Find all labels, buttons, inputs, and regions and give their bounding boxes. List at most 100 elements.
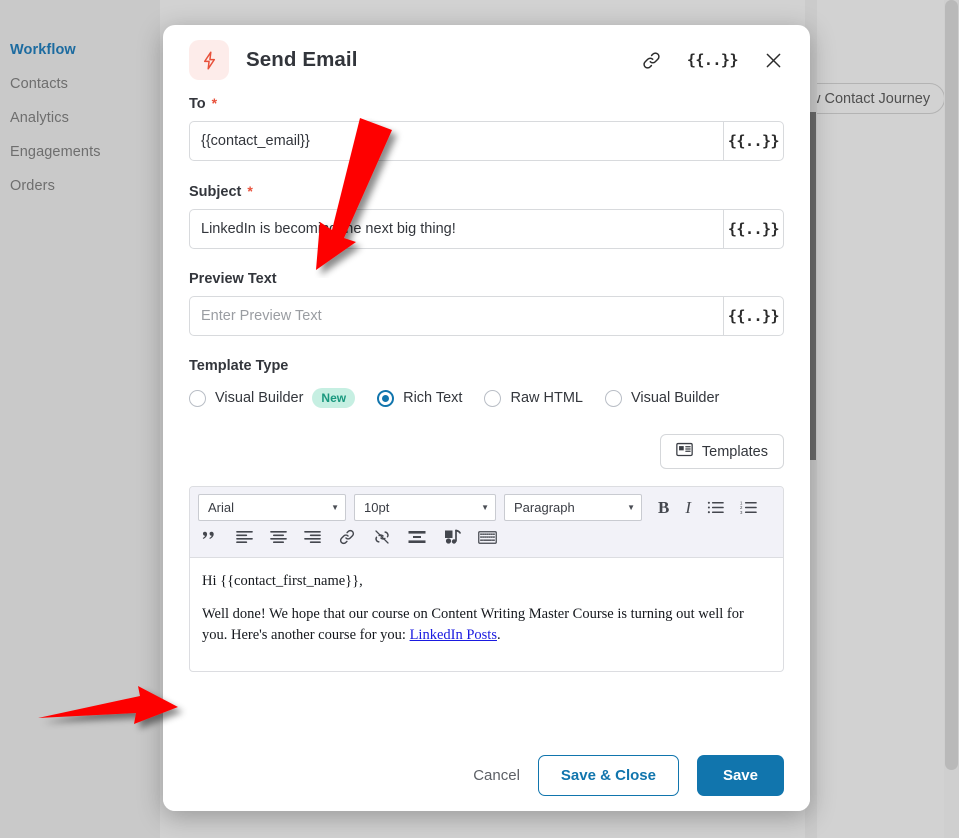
to-field-label: To * (189, 95, 784, 112)
editor-content-area[interactable]: Hi {{contact_first_name}}, Well done! We… (190, 558, 783, 660)
link-icon[interactable] (641, 50, 662, 71)
token-glyph-label: {{..}} (727, 307, 780, 325)
radio-mark-icon (484, 389, 502, 407)
cancel-button[interactable]: Cancel (473, 767, 520, 784)
sidebar-item-label: Engagements (10, 144, 101, 160)
templates-row: Templates (189, 434, 784, 469)
to-input[interactable]: {{contact_email}} (189, 121, 723, 161)
preview-text-field-label: Preview Text (189, 271, 784, 287)
chevron-down-icon: ▼ (481, 503, 489, 512)
editor-toolbar: Arial ▼ 10pt ▼ Paragraph ▼ B I 1 2 3 (190, 487, 783, 558)
token-glyph-label: {{..}} (686, 51, 739, 69)
sidebar-item-label: Workflow (10, 42, 76, 58)
preview-text-field-row: Enter Preview Text {{..}} (189, 296, 784, 336)
template-type-radio-group: Visual Builder New Rich Text Raw HTML Vi… (189, 388, 784, 408)
font-size-value: 10pt (364, 500, 390, 515)
template-card-icon (676, 442, 693, 461)
sidebar-item-contacts[interactable]: Contacts (0, 67, 160, 101)
radio-mark-icon (377, 389, 395, 407)
align-left-icon[interactable] (236, 525, 253, 549)
radio-rich-text[interactable]: Rich Text (377, 389, 463, 407)
editor-greeting: Hi {{contact_first_name}}, (202, 573, 363, 589)
to-field-row: {{contact_email}} {{..}} (189, 121, 784, 161)
subject-label-text: Subject (189, 184, 242, 200)
align-right-icon[interactable] (304, 525, 321, 549)
radio-mark-icon (189, 389, 206, 407)
unlink-icon[interactable] (373, 525, 391, 549)
radio-label: Visual Builder (630, 390, 720, 406)
editor-toolbar-row-2 (198, 521, 775, 553)
modal-footer: Cancel Save & Close Save (163, 740, 810, 811)
sidebar-item-analytics[interactable]: Analytics (0, 101, 160, 135)
media-icon[interactable] (443, 525, 461, 549)
to-label-text: To (189, 96, 206, 112)
to-token-button[interactable]: {{..}} (723, 121, 784, 161)
required-asterisk: * (211, 95, 218, 111)
radio-label: Rich Text (403, 390, 463, 406)
numbered-list-icon[interactable]: 1 2 3 (740, 496, 757, 520)
subject-field-label: Subject * (189, 183, 784, 200)
horizontal-rule-icon[interactable] (408, 525, 426, 549)
rich-text-editor: Arial ▼ 10pt ▼ Paragraph ▼ B I 1 2 3 Hi … (189, 486, 784, 672)
radio-label: Raw HTML (510, 390, 583, 406)
font-family-value: Arial (208, 500, 235, 515)
templates-button[interactable]: Templates (659, 434, 784, 469)
page-title: Send Email (246, 48, 358, 71)
sidebar-item-workflow[interactable]: Workflow (0, 33, 160, 67)
sidebar-item-label: Analytics (10, 110, 69, 126)
token-glyph-label: {{..}} (727, 220, 780, 238)
bullet-list-icon[interactable] (707, 496, 724, 520)
preview-text-token-button[interactable]: {{..}} (723, 296, 784, 336)
radio-label: Visual Builder (215, 390, 304, 406)
sidebar-item-label: Contacts (10, 76, 69, 92)
sidebar-item-orders[interactable]: Orders (0, 169, 160, 203)
italic-icon[interactable]: I (685, 496, 691, 520)
editor-inline-link[interactable]: LinkedIn Posts (410, 627, 497, 643)
preview-text-input[interactable]: Enter Preview Text (189, 296, 723, 336)
block-format-value: Paragraph (514, 500, 575, 515)
page-scrollbar-track[interactable] (944, 0, 959, 838)
modal-header-actions: {{..}} (641, 50, 784, 71)
chevron-down-icon: ▼ (331, 503, 339, 512)
preview-text-label-text: Preview Text (189, 271, 277, 287)
new-badge: New (312, 388, 356, 408)
block-format-select[interactable]: Paragraph ▼ (504, 494, 642, 521)
page-scrollbar-thumb[interactable] (945, 0, 958, 770)
token-glyph-label: {{..}} (727, 132, 780, 150)
sidebar-item-engagements[interactable]: Engagements (0, 135, 160, 169)
save-button[interactable]: Save (696, 755, 784, 796)
editor-body-paragraph: Well done! We hope that our course on Co… (202, 604, 771, 646)
template-type-label: Template Type (189, 358, 289, 374)
view-contact-journey-button[interactable]: w Contact Journey (797, 83, 946, 114)
source-code-icon[interactable] (478, 525, 497, 549)
radio-raw-html[interactable]: Raw HTML (484, 389, 583, 407)
sidebar-nav: Workflow Contacts Analytics Engagements … (0, 0, 160, 838)
radio-visual-builder[interactable]: Visual Builder (604, 389, 720, 407)
bold-icon[interactable]: B (658, 496, 669, 520)
align-center-icon[interactable] (270, 525, 287, 549)
sidebar-item-label: Orders (10, 178, 55, 194)
radio-mark-icon (604, 389, 622, 407)
font-size-select[interactable]: 10pt ▼ (354, 494, 496, 521)
subject-input[interactable]: LinkedIn is becoming the next big thing! (189, 209, 723, 249)
lightning-bolt-icon (189, 40, 229, 80)
link-icon[interactable] (338, 525, 356, 549)
required-asterisk: * (247, 183, 253, 199)
save-and-close-button[interactable]: Save & Close (537, 755, 679, 796)
radio-visual-builder-new[interactable]: Visual Builder New (189, 388, 356, 408)
modal-header: Send Email {{..}} (163, 25, 810, 95)
modal-body: To * {{contact_email}} {{..}} Subject * … (163, 95, 810, 740)
chevron-down-icon: ▼ (627, 503, 635, 512)
editor-toolbar-row-1: Arial ▼ 10pt ▼ Paragraph ▼ B I 1 2 3 (198, 494, 775, 521)
font-family-select[interactable]: Arial ▼ (198, 494, 346, 521)
personalization-token-icon[interactable]: {{..}} (686, 51, 739, 69)
view-contact-journey-label: w Contact Journey (810, 90, 931, 107)
svg-text:3: 3 (740, 510, 743, 515)
editor-body-text-after-link: . (496, 627, 501, 644)
templates-button-label: Templates (701, 443, 768, 460)
subject-token-button[interactable]: {{..}} (723, 209, 784, 249)
blockquote-icon[interactable] (202, 525, 219, 549)
close-icon[interactable] (763, 50, 784, 71)
send-email-modal: Send Email {{..}} To * {{contact_email}}… (163, 25, 810, 811)
subject-field-row: LinkedIn is becoming the next big thing!… (189, 209, 784, 249)
